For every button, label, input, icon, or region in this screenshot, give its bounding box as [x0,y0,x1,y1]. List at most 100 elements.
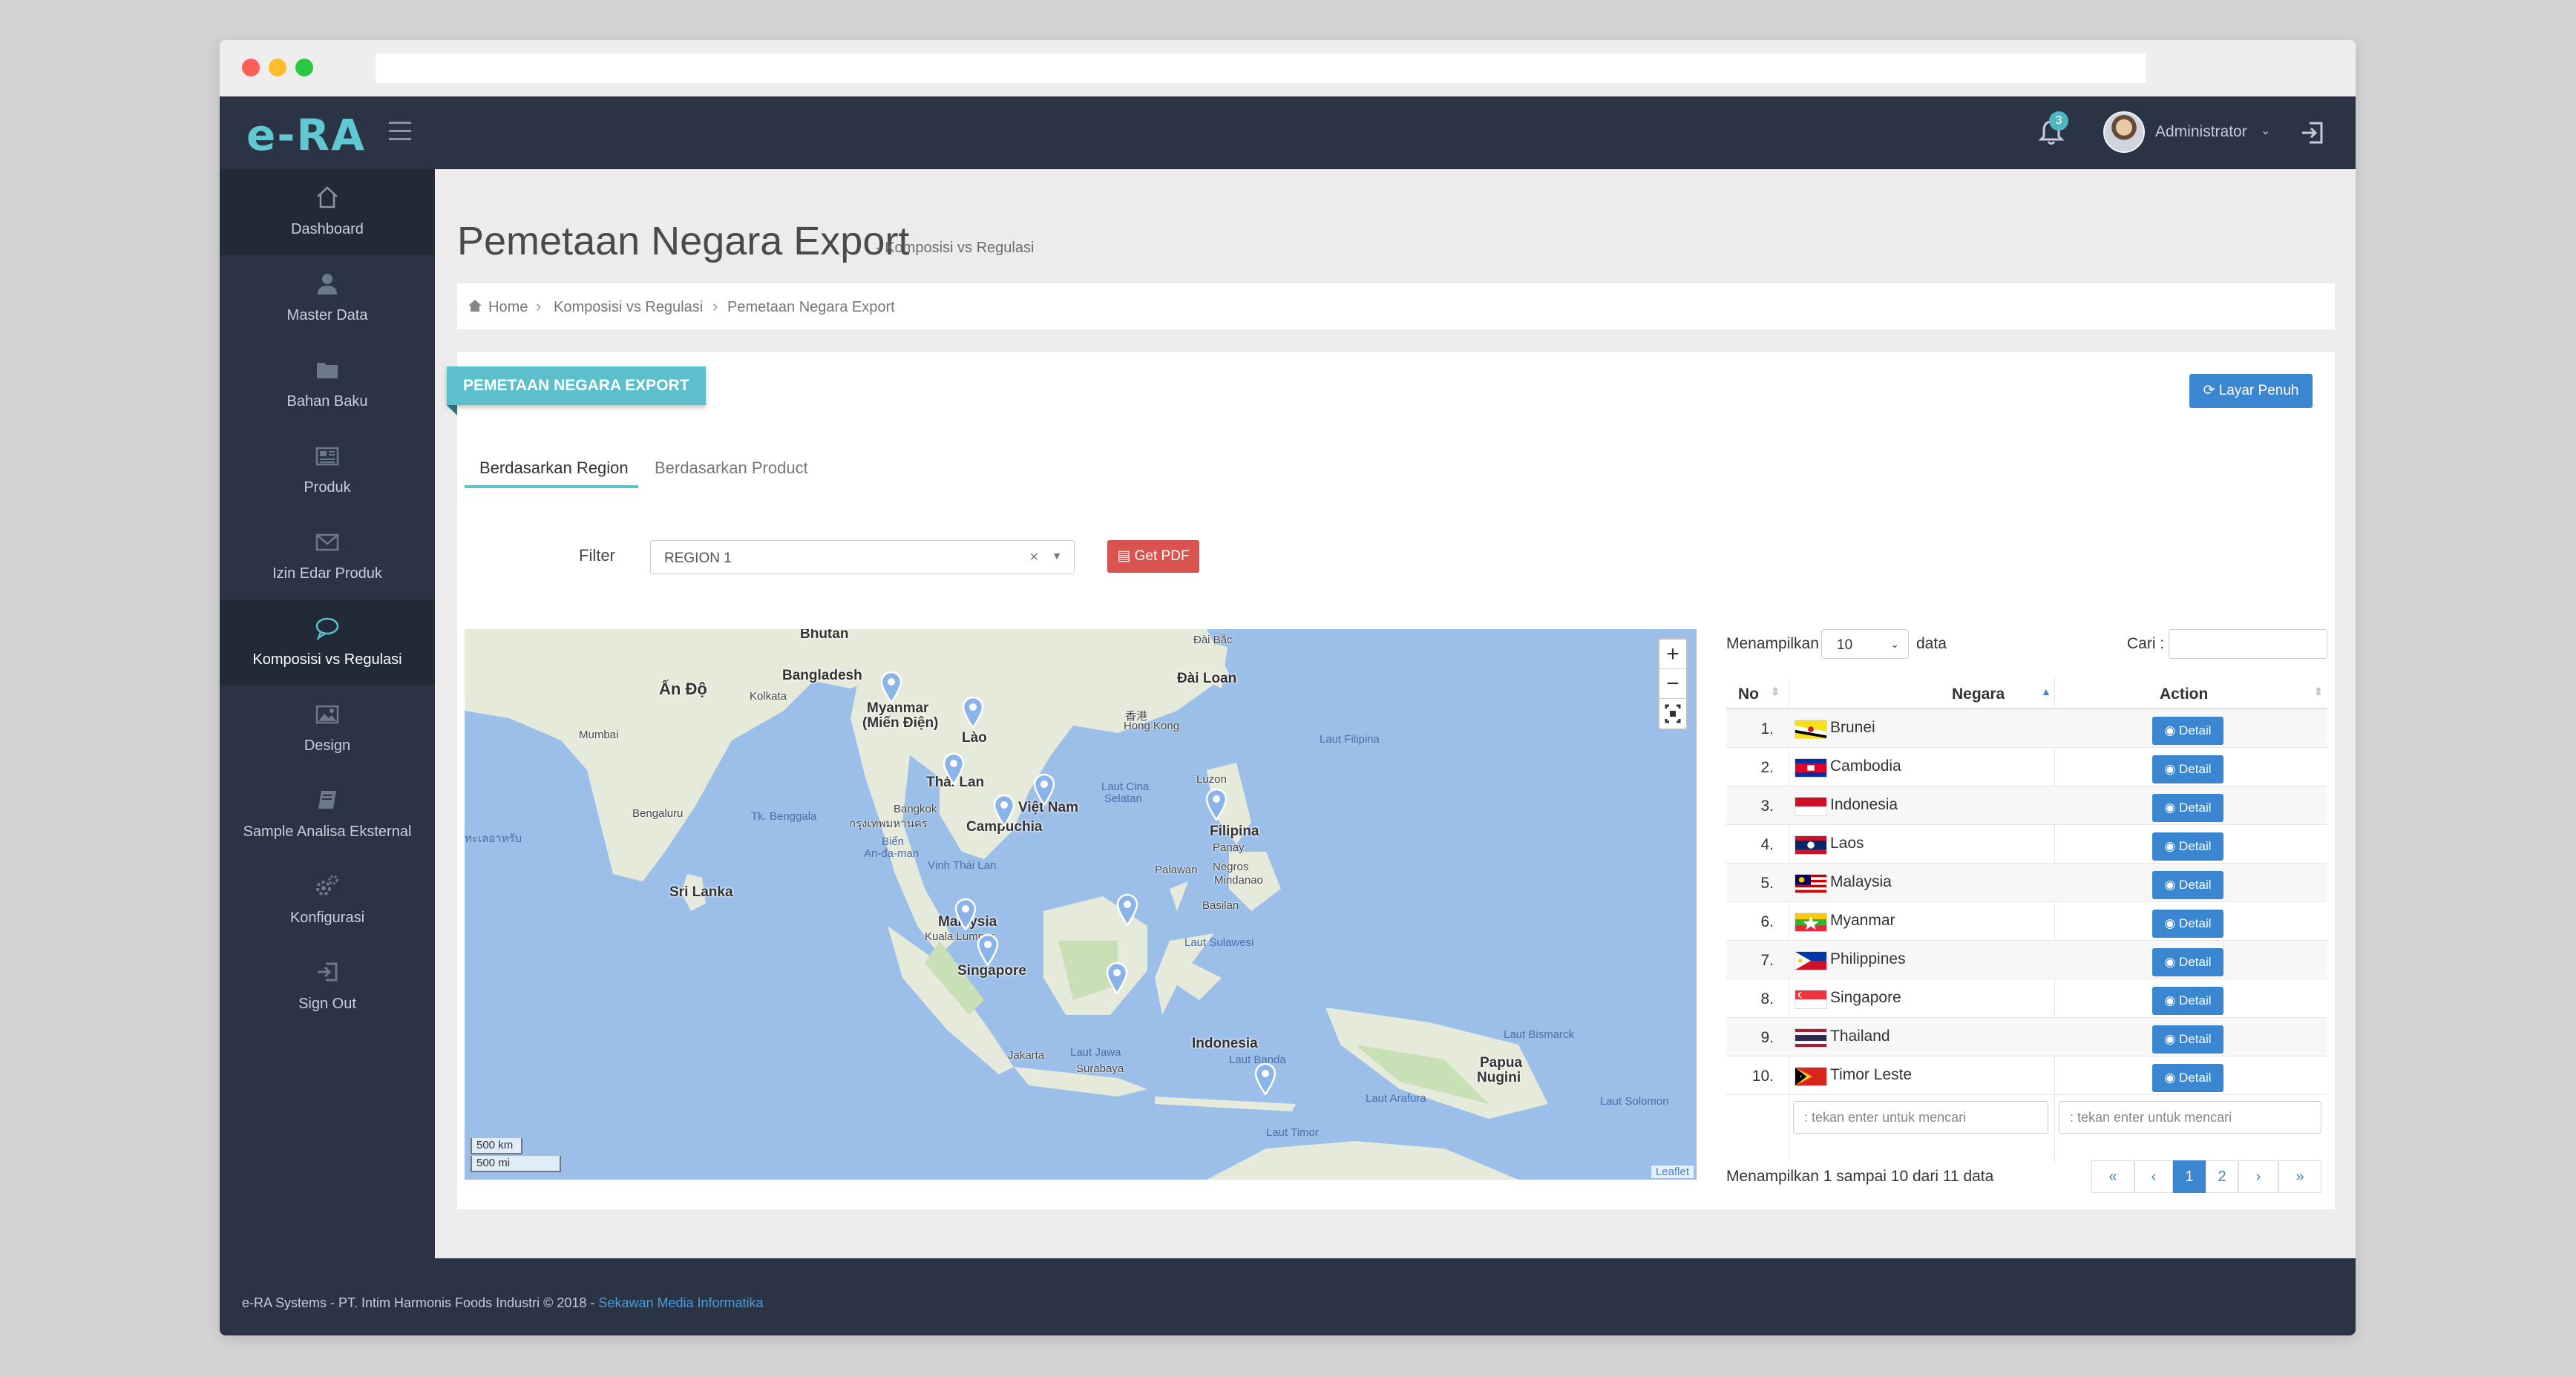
minimize-window-dot[interactable] [269,59,286,76]
detail-button[interactable]: ◉ Detail [2152,1064,2223,1092]
book-icon [318,791,336,809]
detail-button[interactable]: ◉ Detail [2152,871,2223,899]
map-marker-icon[interactable] [977,933,999,966]
country-name: Singapore [1830,989,1901,1006]
zoom-in-button[interactable]: + [1659,640,1686,669]
maximize-window-dot[interactable] [295,59,313,76]
sidebar-item-master-data[interactable]: Master Data [220,255,435,341]
map-label: Laut Arafura [1366,1092,1426,1105]
sidebar-item-komposisi-vs-regulasi[interactable]: Komposisi vs Regulasi [220,599,435,686]
chevron-down-icon[interactable]: ▼ [1052,550,1062,562]
table-search-input[interactable] [2169,629,2327,659]
detail-button[interactable]: ◉ Detail [2152,910,2223,938]
map-label: Papua [1480,1055,1523,1071]
country-name: Myanmar [1830,912,1895,929]
country-name: Malaysia [1830,873,1892,890]
page-first-button[interactable]: « [2091,1160,2134,1193]
map-label: Đài Bắc [1193,634,1233,646]
map-marker-icon[interactable] [993,794,1015,826]
country-name: Philippines [1830,950,1906,967]
col-header-no[interactable]: No [1738,686,1759,703]
footer-vendor-link[interactable]: Sekawan Media Informatika [598,1295,763,1310]
sidebar-item-bahan-baku[interactable]: Bahan Baku [220,341,435,427]
detail-label: Detail [2179,762,2212,776]
fullscreen-button[interactable]: ⟳ Layar Penuh [2189,374,2313,408]
region-map[interactable]: Bhutan Ấn Độ Bangladesh Kolkata Myanmar … [465,629,1697,1180]
col-header-negara[interactable]: Negara [1952,686,2005,703]
detail-button[interactable]: ◉ Detail [2152,717,2223,745]
sidebar-item-produk[interactable]: Produk [220,427,435,513]
page-2-button[interactable]: 2 [2206,1160,2238,1193]
zoom-out-button[interactable]: − [1659,669,1686,699]
map-label: Tk. Benggala [751,810,817,823]
page-1-button[interactable]: 1 [2173,1160,2206,1193]
home-icon [468,300,482,312]
breadcrumb-home-link[interactable]: Home [488,299,528,316]
map-label: Jakarta [1008,1049,1045,1062]
map-marker-icon[interactable] [1116,893,1138,926]
page-last-button[interactable]: » [2278,1160,2321,1193]
close-window-dot[interactable] [242,59,260,76]
detail-label: Detail [2179,723,2212,737]
map-marker-icon[interactable] [1254,1062,1276,1095]
map-label: Bengaluru [632,807,684,820]
app-logo[interactable]: e-RA [246,110,366,160]
map-label: (Miến Điện) [862,715,939,731]
map-label: Basilan [1202,899,1239,912]
sidebar-item-design[interactable]: Design [220,686,435,772]
detail-label: Detail [2179,801,2212,815]
user-icon [318,274,337,295]
sidebar-item-sign-out[interactable]: Sign Out [220,944,435,1030]
map-marker-icon[interactable] [943,752,965,785]
menu-toggle-icon[interactable] [389,122,411,141]
map-marker-icon[interactable] [880,671,902,703]
region-filter-select[interactable]: REGION 1 × ▼ [650,540,1075,574]
map-scale-mi: 500 mi [471,1156,561,1172]
action-column-search-input[interactable]: : tekan enter untuk mencari [2059,1101,2321,1134]
map-label: Biển [882,835,905,848]
tab-by-product[interactable]: Berdasarkan Product [655,454,818,488]
avatar[interactable] [2103,111,2145,153]
page-size-select[interactable]: 10 ⌄ [1821,629,1909,659]
tab-bar: Berdasarkan Region Berdasarkan Product [465,454,2327,488]
footer-copyright: e-RA Systems - PT. Intim Harmonis Foods … [242,1295,599,1310]
sidebar: Dashboard Master Data Bahan Baku Produk … [220,169,435,1258]
get-pdf-button[interactable]: ▤ Get PDF [1107,540,1199,573]
breadcrumb-current: Pemetaan Negara Export [727,299,895,315]
eye-icon: ◉ [2164,762,2180,776]
detail-label: Detail [2179,993,2212,1008]
eye-icon: ◉ [2164,916,2180,930]
detail-button[interactable]: ◉ Detail [2152,755,2223,783]
map-scale-km: 500 km [471,1138,522,1154]
map-marker-icon[interactable] [1106,962,1128,994]
sidebar-item-izin-edar-produk[interactable]: Izin Edar Produk [220,513,435,599]
country-name: Cambodia [1830,757,1901,775]
map-marker-icon[interactable] [1033,773,1055,806]
fullscreen-icon[interactable] [1659,699,1686,729]
sidebar-item-dashboard[interactable]: Dashboard [220,169,435,255]
chevron-down-icon[interactable]: ⌄ [2261,123,2270,138]
breadcrumb-komposisi-link[interactable]: Komposisi vs Regulasi [554,299,703,316]
address-bar[interactable] [376,53,2146,83]
negara-column-search-input[interactable]: : tekan enter untuk mencari [1793,1101,2048,1134]
sort-icon[interactable]: ⇕ [1771,686,1780,698]
map-marker-icon[interactable] [962,696,984,729]
page-prev-button[interactable]: ‹ [2134,1160,2173,1193]
sidebar-item-konfigurasi[interactable]: Konfigurasi [220,858,435,944]
leaflet-attribution-link[interactable]: Leaflet [1651,1166,1694,1178]
detail-button[interactable]: ◉ Detail [2152,948,2223,976]
map-marker-icon[interactable] [1205,788,1228,821]
map-label: Laut Solomon [1600,1095,1669,1108]
detail-button[interactable]: ◉ Detail [2152,794,2223,822]
clear-icon[interactable]: × [1029,549,1038,566]
detail-button[interactable]: ◉ Detail [2152,832,2223,861]
sidebar-item-sample-analisa-eksternal[interactable]: Sample Analisa Eksternal [220,772,435,858]
map-marker-icon[interactable] [954,898,977,930]
detail-button[interactable]: ◉ Detail [2152,987,2223,1015]
page-next-button[interactable]: › [2238,1160,2278,1193]
tab-by-region[interactable]: Berdasarkan Region [465,454,638,488]
detail-button[interactable]: ◉ Detail [2152,1025,2223,1054]
logout-icon[interactable] [2298,117,2329,148]
user-menu[interactable]: Administrator [2155,123,2247,141]
sort-asc-icon[interactable]: ▲ [2041,686,2051,697]
